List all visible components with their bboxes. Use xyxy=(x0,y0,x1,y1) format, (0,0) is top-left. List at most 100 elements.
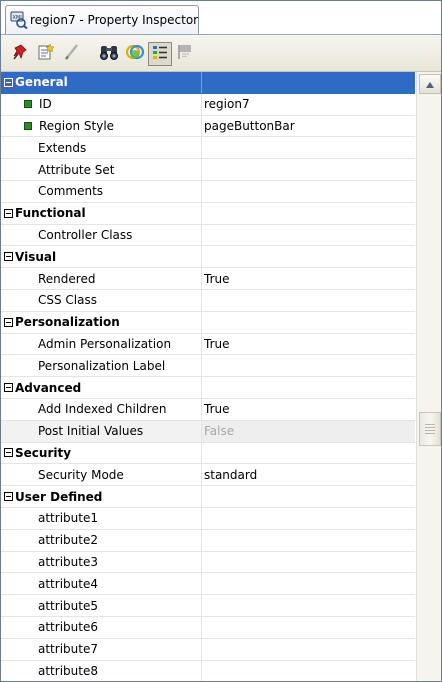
property-row[interactable]: Controller Class xyxy=(1,224,415,247)
section-cell: Security xyxy=(1,443,200,464)
property-label: Add Indexed Children xyxy=(38,402,167,417)
property-name-cell: Controller Class xyxy=(1,225,200,246)
property-name-cell: Add Indexed Children xyxy=(1,399,200,420)
property-value-cell: False xyxy=(201,420,415,442)
find-button[interactable] xyxy=(98,42,120,64)
edit-properties-button[interactable] xyxy=(35,42,57,64)
collapse-icon[interactable] xyxy=(4,208,13,218)
property-name-cell: Rendered xyxy=(1,268,200,289)
property-name-cell: Admin Personalization xyxy=(1,334,200,355)
grip-line xyxy=(425,427,435,428)
color-button[interactable] xyxy=(124,42,146,64)
property-name-cell: Comments xyxy=(1,181,200,202)
property-value-cell[interactable] xyxy=(201,137,415,159)
property-value-cell[interactable]: True xyxy=(201,268,415,289)
property-label: attribute4 xyxy=(38,576,98,591)
section-row[interactable]: Personalization xyxy=(1,311,415,334)
property-row[interactable]: Add Indexed Children True xyxy=(1,398,415,421)
property-label: attribute8 xyxy=(38,663,98,678)
property-label: Admin Personalization xyxy=(38,336,172,351)
property-value-cell[interactable] xyxy=(201,224,415,246)
section-cell: User Defined xyxy=(1,486,200,507)
section-row[interactable]: Advanced xyxy=(1,377,415,399)
property-value: standard xyxy=(204,467,258,482)
flag-button[interactable] xyxy=(174,42,196,64)
collapse-icon[interactable] xyxy=(4,77,13,87)
section-label: Advanced xyxy=(15,380,82,395)
property-value-cell[interactable]: standard xyxy=(201,464,415,486)
property-value-cell[interactable] xyxy=(201,529,415,551)
property-row[interactable]: attribute8 xyxy=(1,660,415,681)
property-name-cell: attribute2 xyxy=(1,530,200,551)
property-row[interactable]: attribute2 xyxy=(1,529,415,552)
property-value-cell[interactable] xyxy=(201,507,415,529)
property-row[interactable]: Attribute Set xyxy=(1,159,415,181)
property-value: region7 xyxy=(204,97,250,112)
property-value-cell[interactable] xyxy=(201,573,415,595)
property-value-cell[interactable] xyxy=(201,355,415,377)
tab-property-inspector[interactable]: XML region7 - Property Inspector xyxy=(5,5,199,34)
property-row[interactable]: attribute1 xyxy=(1,507,415,530)
edit-button[interactable] xyxy=(60,42,82,64)
property-label: attribute5 xyxy=(38,598,98,613)
section-label: Personalization xyxy=(15,315,120,330)
property-value-cell[interactable] xyxy=(201,180,415,202)
categorized-view-button[interactable] xyxy=(148,42,172,66)
scroll-up-button[interactable] xyxy=(419,74,441,94)
property-value-cell[interactable]: region7 xyxy=(201,93,415,115)
property-row[interactable]: Post Initial Values False xyxy=(1,420,415,443)
property-grid: General ID region7 Region Style pageButtonBa… xyxy=(1,72,441,681)
property-value-cell[interactable] xyxy=(201,638,415,660)
property-row[interactable]: Rendered True xyxy=(1,268,415,290)
property-row[interactable]: CSS Class xyxy=(1,289,415,312)
vertical-scrollbar[interactable] xyxy=(416,72,441,681)
property-row[interactable]: Extends xyxy=(1,137,415,160)
section-row[interactable]: Visual xyxy=(1,246,415,269)
property-value-cell[interactable] xyxy=(201,551,415,573)
grip-line xyxy=(425,430,435,431)
property-value-cell[interactable]: True xyxy=(201,398,415,420)
property-name-cell: Region Style xyxy=(1,116,200,137)
collapse-icon[interactable] xyxy=(4,317,13,327)
property-name-cell: attribute4 xyxy=(1,573,200,594)
scroll-thumb[interactable] xyxy=(419,412,441,446)
property-row[interactable]: attribute7 xyxy=(1,638,415,661)
property-row[interactable]: attribute6 xyxy=(1,616,415,639)
property-row[interactable]: attribute3 xyxy=(1,551,415,574)
property-row[interactable]: Region Style pageButtonBar xyxy=(1,115,415,138)
property-row[interactable]: Security Mode standard xyxy=(1,464,415,487)
property-value-cell[interactable] xyxy=(201,289,415,311)
tab-title: region7 - Property Inspector xyxy=(30,13,199,27)
collapse-icon[interactable] xyxy=(4,448,13,458)
property-value-cell[interactable]: True xyxy=(201,333,415,355)
collapse-icon[interactable] xyxy=(4,492,13,502)
property-label: attribute2 xyxy=(38,533,98,548)
property-name-cell: Post Initial Values xyxy=(1,421,200,442)
collapse-icon[interactable] xyxy=(4,252,13,262)
property-label: Rendered xyxy=(38,271,96,286)
property-row[interactable]: attribute5 xyxy=(1,595,415,617)
property-row[interactable]: Admin Personalization True xyxy=(1,333,415,356)
section-row[interactable]: User Defined xyxy=(1,486,415,508)
property-row[interactable]: Personalization Label xyxy=(1,355,415,378)
property-value-cell[interactable] xyxy=(201,159,415,180)
property-value-cell[interactable] xyxy=(201,616,415,638)
section-value-cell xyxy=(201,377,415,398)
property-row[interactable]: ID region7 xyxy=(1,93,415,116)
property-row[interactable]: attribute4 xyxy=(1,573,415,596)
property-name-cell: CSS Class xyxy=(1,290,200,311)
section-row[interactable]: General xyxy=(1,72,415,94)
property-label: Comments xyxy=(38,184,104,199)
property-row[interactable]: Comments xyxy=(1,180,415,203)
property-label: Region Style xyxy=(39,118,115,133)
pin-button[interactable] xyxy=(10,42,32,64)
property-value-cell[interactable] xyxy=(201,595,415,616)
property-label: Personalization Label xyxy=(38,358,166,373)
property-value-cell[interactable] xyxy=(201,660,415,681)
pushpin-icon xyxy=(12,43,30,64)
section-row[interactable]: Functional xyxy=(1,202,415,225)
section-cell: Advanced xyxy=(1,377,200,398)
collapse-icon[interactable] xyxy=(4,383,13,393)
section-row[interactable]: Security xyxy=(1,442,415,465)
property-value-cell[interactable]: pageButtonBar xyxy=(201,115,415,137)
